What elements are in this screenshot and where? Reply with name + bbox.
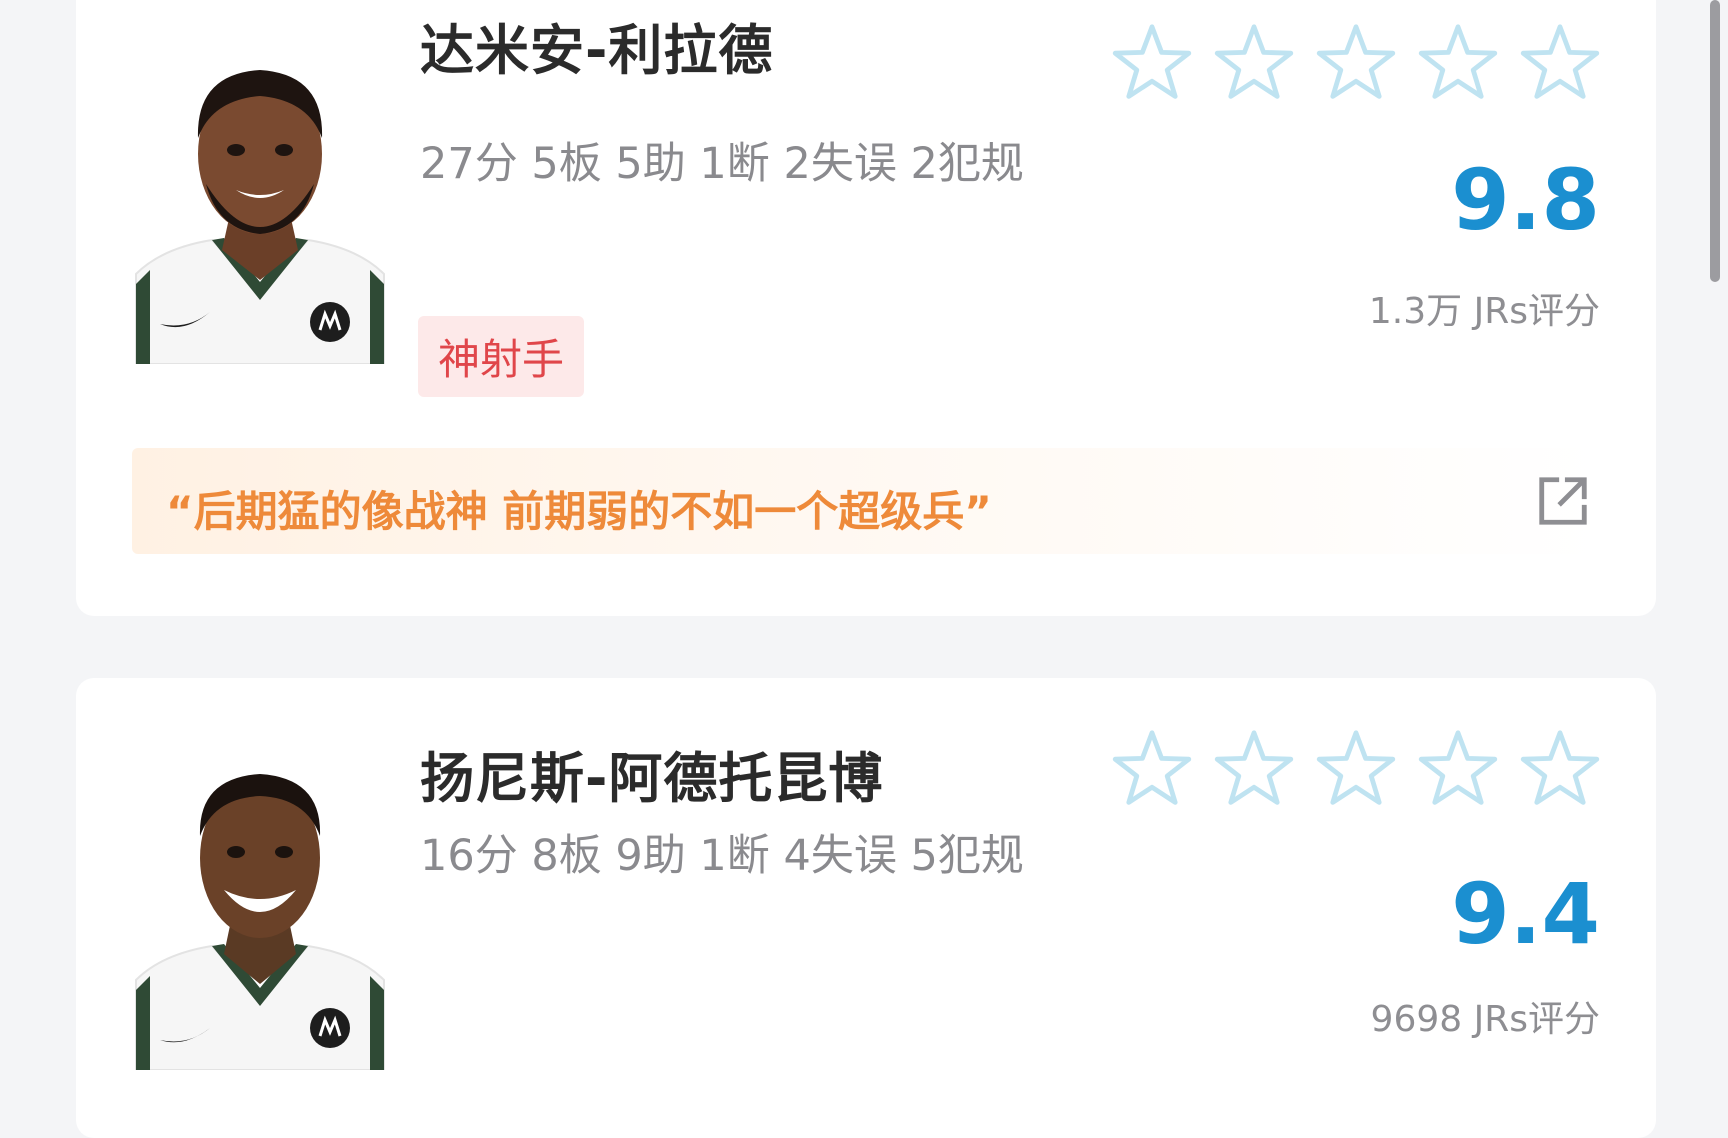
star-outline-icon[interactable] bbox=[1520, 728, 1600, 808]
player-score: 9.4 bbox=[1451, 865, 1600, 963]
comment-text: “后期猛的像战神 前期弱的不如一个超级兵” bbox=[166, 487, 992, 536]
scrollbar-thumb[interactable] bbox=[1710, 0, 1720, 282]
player-avatar bbox=[132, 740, 388, 1070]
rating-count: 9698 JRs评分 bbox=[1370, 999, 1600, 1040]
player-stats: 27分 5板 5助 1断 2失误 2犯规 bbox=[420, 139, 1024, 189]
player-tag: 神射手 bbox=[418, 316, 585, 397]
star-outline-icon[interactable] bbox=[1520, 22, 1600, 102]
star-outline-icon[interactable] bbox=[1418, 728, 1498, 808]
player-rating-card[interactable]: 扬尼斯-阿德托昆博 16分 8板 9助 1断 4失误 5犯规 9.4 9698 … bbox=[76, 678, 1656, 1138]
player-name: 达米安-利拉德 bbox=[420, 19, 774, 82]
star-outline-icon[interactable] bbox=[1112, 22, 1192, 102]
star-outline-icon[interactable] bbox=[1214, 728, 1294, 808]
player-avatar bbox=[132, 34, 388, 364]
player-rating-card[interactable]: 达米安-利拉德 27分 5板 5助 1断 2失误 2犯规 神射手 9.8 1.3… bbox=[76, 0, 1656, 616]
player-score: 9.8 bbox=[1451, 151, 1600, 249]
share-external-icon[interactable] bbox=[1534, 472, 1592, 530]
rating-stars[interactable] bbox=[1112, 728, 1600, 808]
rating-count: 1.3万 JRs评分 bbox=[1368, 291, 1600, 332]
player-name: 扬尼斯-阿德托昆博 bbox=[420, 747, 884, 810]
player-stats: 16分 8板 9助 1断 4失误 5犯规 bbox=[420, 831, 1024, 881]
star-outline-icon[interactable] bbox=[1316, 22, 1396, 102]
star-outline-icon[interactable] bbox=[1214, 22, 1294, 102]
star-outline-icon[interactable] bbox=[1418, 22, 1498, 102]
star-outline-icon[interactable] bbox=[1112, 728, 1192, 808]
hot-comment[interactable]: “后期猛的像战神 前期弱的不如一个超级兵” bbox=[132, 448, 1600, 554]
star-outline-icon[interactable] bbox=[1316, 728, 1396, 808]
rating-stars[interactable] bbox=[1112, 22, 1600, 102]
